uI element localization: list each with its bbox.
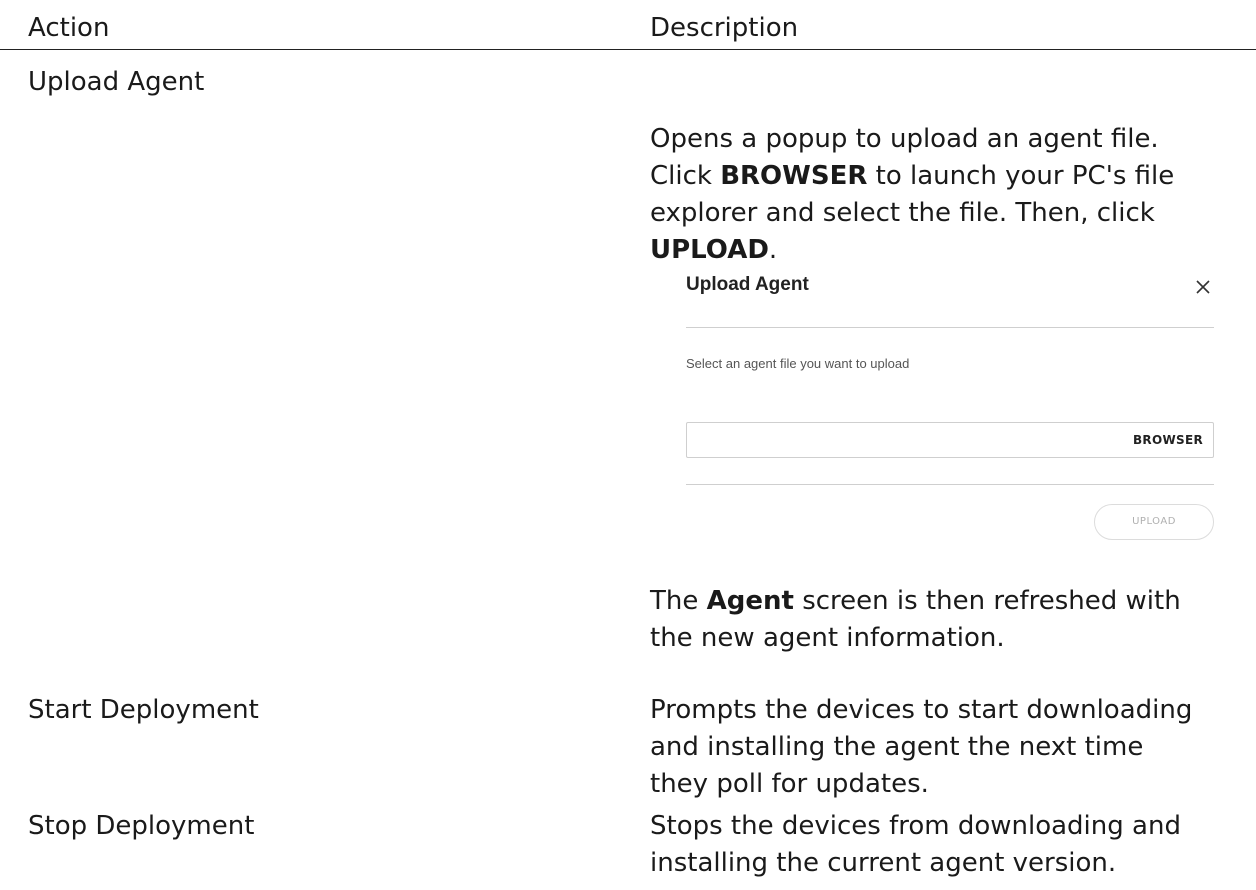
row-stop-deployment-desc-line1: Stops the devices from downloading and [650, 811, 1181, 841]
header-divider [0, 49, 1256, 50]
upload-agent-modal: Upload Agent Select an agent file you wa… [686, 266, 1214, 550]
desc-text: screen is then refreshed with [793, 586, 1181, 616]
upload-button[interactable]: UPLOAD [1094, 504, 1214, 540]
row-upload-agent-after-line2: the new agent information. [650, 623, 1005, 653]
row-upload-agent-desc-line4: UPLOAD. [650, 232, 777, 268]
row-upload-agent-action: Upload Agent [28, 67, 205, 97]
row-stop-deployment-action: Stop Deployment [28, 811, 255, 841]
desc-text: Click [650, 161, 721, 191]
row-upload-agent-desc-line1: Opens a popup to upload an agent file. [650, 124, 1159, 154]
modal-divider [686, 484, 1214, 485]
file-path-field[interactable]: BROWSER [686, 422, 1214, 458]
modal-divider [686, 327, 1214, 328]
modal-title: Upload Agent [686, 274, 809, 295]
row-start-deployment-action: Start Deployment [28, 695, 259, 725]
browser-keyword: BROWSER [720, 161, 868, 191]
row-start-deployment-desc-line2: and installing the agent the next time [650, 732, 1144, 762]
desc-text: to launch your PC's file [867, 161, 1175, 191]
header-action: Action [28, 13, 110, 43]
header-description: Description [650, 13, 799, 43]
row-start-deployment-desc-line1: Prompts the devices to start downloading [650, 695, 1193, 725]
close-icon[interactable] [1192, 276, 1214, 298]
agent-keyword: Agent [706, 586, 794, 616]
row-upload-agent-desc-line3: explorer and select the file. Then, clic… [650, 198, 1155, 228]
modal-prompt: Select an agent file you want to upload [686, 356, 910, 371]
row-stop-deployment-desc-line2: installing the current agent version. [650, 848, 1117, 878]
desc-text: The [650, 586, 707, 616]
row-start-deployment-desc-line3: they poll for updates. [650, 769, 929, 799]
browser-button[interactable]: BROWSER [1133, 423, 1203, 457]
upload-keyword: UPLOAD [650, 235, 769, 265]
desc-text: . [768, 235, 778, 265]
row-upload-agent-after-line1: The Agent screen is then refreshed with [650, 583, 1181, 619]
row-upload-agent-desc-line2: Click BROWSER to launch your PC's file [650, 158, 1174, 194]
